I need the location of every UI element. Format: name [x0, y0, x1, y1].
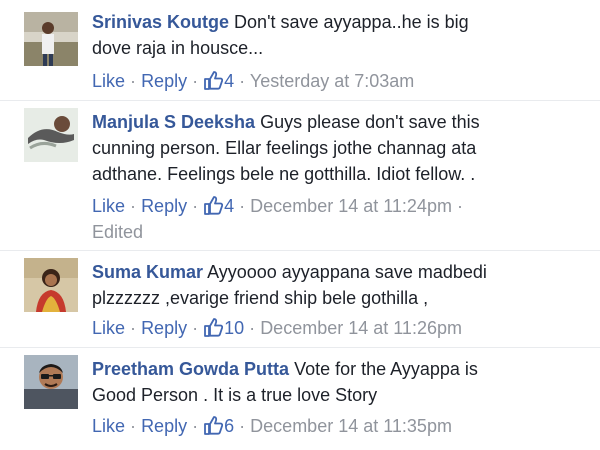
separator: ·	[239, 71, 246, 91]
comment-body: Suma Kumar Ayyoooo ayyappana save madbed…	[92, 259, 587, 311]
comment-text: dove raja in housce...	[92, 38, 264, 58]
reply-button[interactable]: Reply	[141, 196, 187, 216]
comment-text: Good Person . It is a true love Story	[92, 385, 378, 405]
like-count[interactable]: 4	[203, 196, 239, 216]
comment-timestamp[interactable]: Yesterday at 7:03am	[250, 71, 414, 91]
like-count-value: 10	[224, 318, 245, 338]
comment-item: Suma Kumar Ayyoooo ayyappana save madbed…	[0, 250, 600, 347]
separator: ·	[192, 71, 199, 91]
comment-text: adthane. Feelings bele ne gotthilla. Idi…	[92, 164, 476, 184]
like-button[interactable]: Like	[92, 318, 125, 338]
comment-timestamp[interactable]: December 14 at 11:35pm	[250, 416, 452, 436]
like-button[interactable]: Like	[92, 416, 125, 436]
like-count-value: 4	[224, 196, 235, 216]
comment-actions: Like · Reply · 6 · December 14 at 11:35p…	[92, 413, 452, 439]
edited-label[interactable]: Edited	[92, 219, 143, 245]
comment-text: Don't save ayyappa..he is big	[234, 12, 469, 32]
avatar[interactable]	[24, 258, 78, 312]
comment-timestamp[interactable]: December 14 at 11:26pm	[260, 318, 462, 338]
comment-text: plzzzzzz ,evarige friend ship bele gothi…	[92, 288, 429, 308]
like-count-value: 6	[224, 416, 235, 436]
comment-item: Srinivas Koutge Don't save ayyappa..he i…	[0, 0, 600, 100]
comment-author[interactable]: Manjula S Deeksha	[92, 112, 255, 132]
like-button[interactable]: Like	[92, 71, 125, 91]
comment-actions: Like · Reply · 4 · December 14 at 11:24p…	[92, 193, 463, 219]
thumbs-up-icon	[204, 416, 224, 435]
separator: ·	[239, 416, 246, 436]
separator: ·	[192, 196, 199, 216]
separator: ·	[249, 318, 256, 338]
separator: ·	[130, 196, 137, 216]
comment-author[interactable]: Suma Kumar	[92, 262, 203, 282]
avatar[interactable]	[24, 355, 78, 409]
separator: ·	[192, 318, 199, 338]
avatar[interactable]	[24, 108, 78, 162]
comment-actions: Like · Reply · 4 · Yesterday at 7:03am	[92, 68, 414, 94]
separator: ·	[130, 416, 137, 436]
like-count[interactable]: 6	[203, 416, 239, 436]
separator: ·	[130, 318, 137, 338]
comment-text: Ayyoooo ayyappana save madbedi	[207, 262, 487, 282]
reply-button[interactable]: Reply	[141, 318, 187, 338]
separator: ·	[192, 416, 199, 436]
comment-text: Vote for the Ayyappa is	[294, 359, 478, 379]
comment-timestamp[interactable]: December 14 at 11:24pm	[250, 196, 452, 216]
thumbs-up-icon	[204, 71, 224, 90]
comment-actions: Like · Reply · 10 · December 14 at 11:26…	[92, 315, 462, 341]
comment-item: Manjula S Deeksha Guys please don't save…	[0, 100, 600, 250]
thumbs-up-icon	[204, 318, 224, 337]
comment-body: Preetham Gowda Putta Vote for the Ayyapp…	[92, 356, 587, 408]
reply-button[interactable]: Reply	[141, 71, 187, 91]
like-count[interactable]: 4	[203, 71, 239, 91]
comment-body: Manjula S Deeksha Guys please don't save…	[92, 109, 587, 187]
comment-text: Guys please don't save this	[260, 112, 480, 132]
like-button[interactable]: Like	[92, 196, 125, 216]
comment-author[interactable]: Preetham Gowda Putta	[92, 359, 289, 379]
comment-author[interactable]: Srinivas Koutge	[92, 12, 229, 32]
reply-button[interactable]: Reply	[141, 416, 187, 436]
comment-body: Srinivas Koutge Don't save ayyappa..he i…	[92, 9, 587, 61]
like-count[interactable]: 10	[203, 318, 249, 338]
separator: ·	[130, 71, 137, 91]
comment-text: cunning person. Ellar feelings jothe cha…	[92, 138, 477, 158]
separator: ·	[239, 196, 246, 216]
comment-item: Preetham Gowda Putta Vote for the Ayyapp…	[0, 347, 600, 450]
avatar[interactable]	[24, 12, 78, 66]
separator: ·	[456, 196, 463, 216]
thumbs-up-icon	[204, 196, 224, 215]
like-count-value: 4	[224, 71, 235, 91]
